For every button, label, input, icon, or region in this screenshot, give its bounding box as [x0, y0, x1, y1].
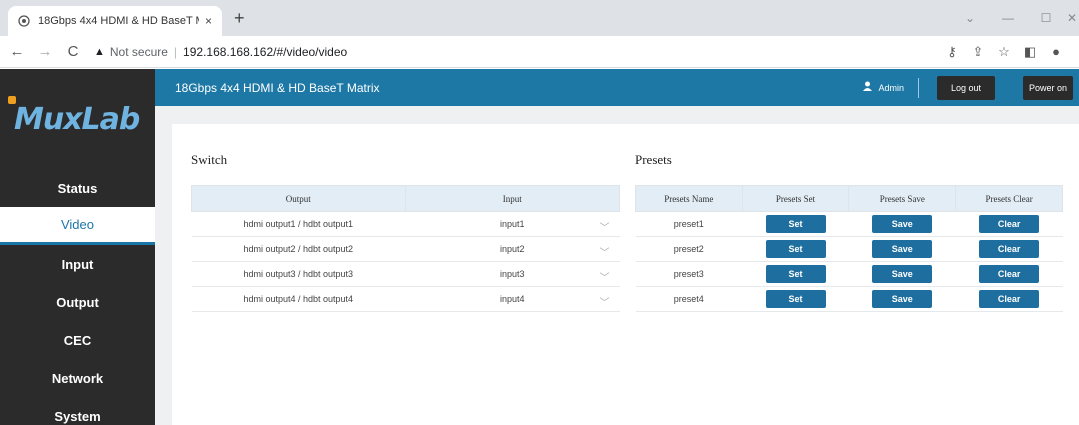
presets-table: Presets Name Presets Set Presets Save Pr… [635, 185, 1063, 312]
output-name: hdmi output1 / hdbt output1 [191, 211, 405, 237]
set-button[interactable]: Set [765, 240, 826, 258]
security-label: Not secure [109, 44, 168, 59]
address-bar-icons: ⚷ ⇪ ☆ ◧ ● [939, 44, 1069, 60]
reload-icon[interactable]: C [62, 43, 84, 60]
sidebar-item-input[interactable]: Input [0, 245, 155, 283]
input-select[interactable]: input4 ﹀ [405, 286, 620, 312]
tab-title: 18Gbps 4x4 HDMI & HD BaseT M [38, 15, 199, 27]
sidebar-item-cec[interactable]: CEC [0, 321, 155, 359]
clear-button[interactable]: Clear [979, 215, 1040, 233]
user-menu[interactable]: Admin [863, 81, 904, 94]
output-name: hdmi output2 / hdbt output2 [191, 236, 405, 262]
user-icon [863, 81, 873, 94]
sidebar: MuxLab Status Video Input Output CEC Net… [0, 69, 155, 425]
app-header: 18Gbps 4x4 HDMI & HD BaseT Matrix Admin … [155, 69, 1079, 106]
table-row: hdmi output4 / hdbt output4 input4 ﹀ [191, 286, 620, 312]
clear-button[interactable]: Clear [979, 290, 1040, 308]
chevron-down-icon: ﹀ [599, 223, 610, 234]
minimize-icon[interactable]: — [989, 11, 1027, 25]
logo-mark [8, 95, 16, 104]
window-controls: ⌄ — ☐ ✕ [951, 0, 1079, 36]
table-row: preset4 Set Save Clear [635, 286, 1063, 312]
user-name: Admin [878, 82, 904, 93]
save-button[interactable]: Save [872, 215, 933, 233]
globe-icon [18, 15, 30, 27]
table-row: hdmi output2 / hdbt output2 input2 ﹀ [191, 236, 620, 262]
key-icon[interactable]: ⚷ [939, 44, 965, 60]
save-button[interactable]: Save [872, 290, 933, 308]
output-name: hdmi output4 / hdbt output4 [191, 286, 405, 312]
address-bar: ← → C ▲ Not secure | 192.168.168.162/#/v… [0, 36, 1079, 68]
close-tab-icon[interactable]: × [205, 14, 212, 28]
input-select[interactable]: input3 ﹀ [405, 261, 620, 287]
switch-table: Output Input hdmi output1 / hdbt output1… [191, 185, 620, 312]
table-row: preset3 Set Save Clear [635, 261, 1063, 287]
set-button[interactable]: Set [765, 265, 826, 283]
url-text: 192.168.168.162/#/video/video [183, 44, 348, 59]
star-icon[interactable]: ☆ [991, 44, 1017, 60]
url-field[interactable]: ▲ Not secure | 192.168.168.162/#/video/v… [94, 40, 939, 64]
sidebar-item-network[interactable]: Network [0, 359, 155, 397]
preset-name: preset4 [635, 286, 743, 312]
preset-name: preset1 [635, 211, 743, 237]
set-button[interactable]: Set [765, 215, 826, 233]
input-select[interactable]: input2 ﹀ [405, 236, 620, 262]
table-row: hdmi output3 / hdbt output3 input3 ﹀ [191, 261, 620, 287]
column-header-input: Input [404, 185, 620, 212]
presets-title: Presets [635, 152, 672, 167]
sidebar-item-system[interactable]: System [0, 397, 155, 425]
power-on-button[interactable]: Power on [1023, 75, 1073, 100]
maximize-icon[interactable]: ☐ [1027, 11, 1065, 25]
preset-name: preset2 [635, 236, 743, 262]
separator: | [173, 44, 178, 59]
new-tab-button[interactable]: + [234, 8, 245, 29]
save-button[interactable]: Save [872, 265, 933, 283]
app-title: 18Gbps 4x4 HDMI & HD BaseT Matrix [175, 80, 380, 95]
table-row: preset1 Set Save Clear [635, 211, 1063, 237]
browser-tab-bar: 18Gbps 4x4 HDMI & HD BaseT M × + ⌄ — ☐ ✕ [0, 0, 1079, 36]
chevron-down-icon: ﹀ [599, 273, 610, 284]
clear-button[interactable]: Clear [979, 265, 1040, 283]
profile-icon[interactable]: ● [1043, 44, 1069, 59]
close-window-icon[interactable]: ✕ [1065, 11, 1079, 25]
table-row: hdmi output1 / hdbt output1 input1 ﹀ [191, 211, 620, 237]
warning-icon: ▲ [94, 45, 105, 58]
share-icon[interactable]: ⇪ [965, 44, 991, 60]
output-name: hdmi output3 / hdbt output3 [191, 261, 405, 287]
sidebar-item-output[interactable]: Output [0, 283, 155, 321]
column-header-presets-set: Presets Set [741, 185, 850, 212]
table-row: preset2 Set Save Clear [635, 236, 1063, 262]
logo: MuxLab [0, 69, 155, 169]
column-header-presets-clear: Presets Clear [955, 185, 1063, 212]
sidebar-item-status[interactable]: Status [0, 169, 155, 207]
chevron-down-icon: ﹀ [599, 248, 610, 259]
back-arrow-icon[interactable]: ← [6, 43, 28, 60]
logo-text: MuxLab [8, 95, 140, 137]
column-header-presets-name: Presets Name [635, 185, 743, 212]
browser-tab[interactable]: 18Gbps 4x4 HDMI & HD BaseT M × [8, 6, 222, 36]
sidebar-item-video[interactable]: Video [0, 207, 155, 245]
preset-name: preset3 [635, 261, 743, 287]
sidepanel-icon[interactable]: ◧ [1017, 44, 1043, 60]
chevron-down-icon: ﹀ [599, 298, 610, 309]
switch-title: Switch [191, 152, 228, 167]
column-header-output: Output [191, 185, 406, 212]
forward-arrow-icon[interactable]: → [34, 43, 56, 60]
set-button[interactable]: Set [765, 290, 826, 308]
logout-button[interactable]: Log out [937, 75, 995, 100]
header-divider [918, 77, 919, 98]
column-header-presets-save: Presets Save [848, 185, 957, 212]
save-button[interactable]: Save [872, 240, 933, 258]
clear-button[interactable]: Clear [979, 240, 1040, 258]
input-select[interactable]: input1 ﹀ [405, 211, 620, 237]
chevron-down-icon[interactable]: ⌄ [951, 11, 989, 25]
